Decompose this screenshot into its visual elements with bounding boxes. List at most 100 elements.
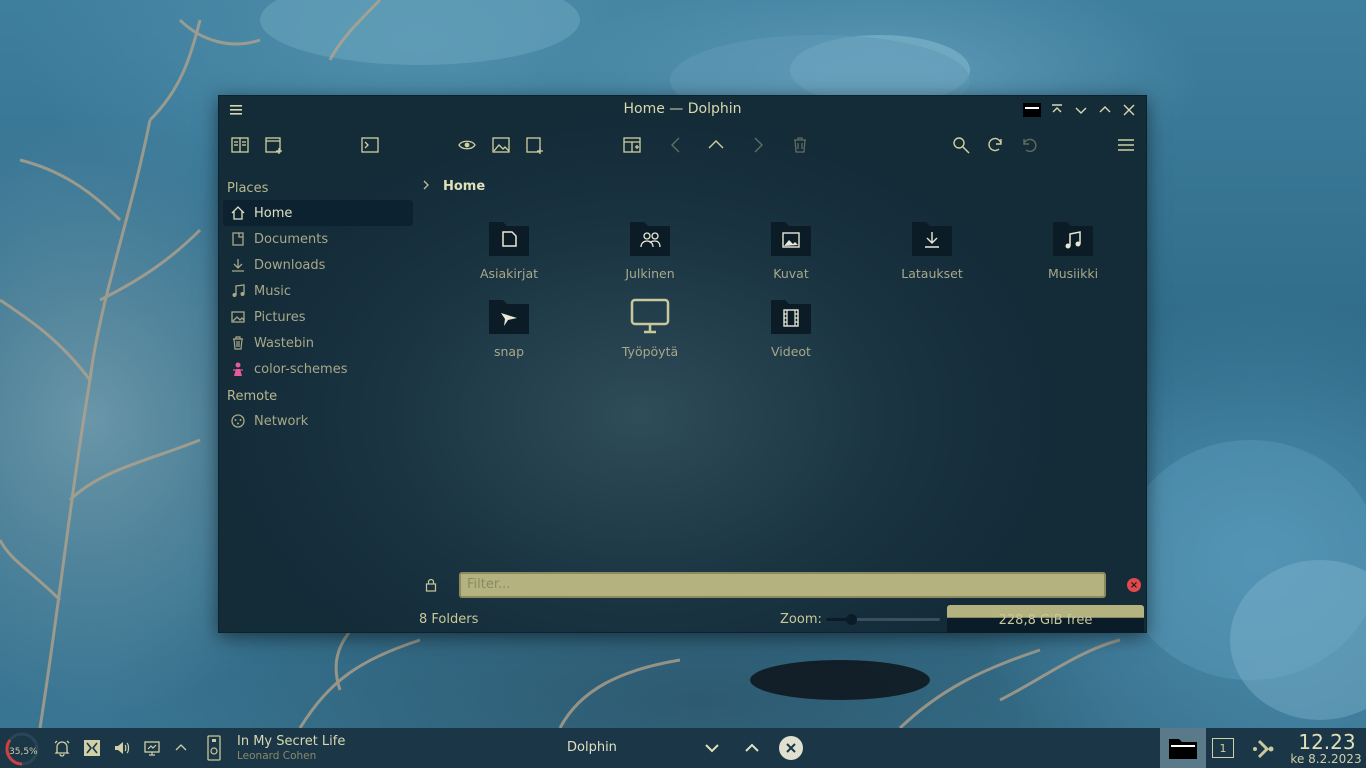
new-tab-button[interactable] xyxy=(262,133,286,157)
terminal-button[interactable] xyxy=(358,133,382,157)
file-item-julkinen[interactable]: Julkinen xyxy=(600,214,700,284)
desktop-number: 1 xyxy=(1219,741,1227,755)
places-item-network[interactable]: Network xyxy=(223,408,413,434)
display-button[interactable] xyxy=(142,738,162,758)
folder-icon xyxy=(1169,739,1197,759)
search-button[interactable] xyxy=(949,133,973,157)
breadcrumb-current[interactable]: Home xyxy=(443,179,485,194)
minimize-icon xyxy=(1075,107,1087,114)
lock-icon[interactable] xyxy=(424,578,438,592)
file-name: Lataukset xyxy=(901,266,963,281)
places-item-color-schemes[interactable]: color-schemes xyxy=(223,356,413,382)
document-folder-icon xyxy=(489,222,529,256)
title-bar[interactable]: Home — Dolphin xyxy=(219,96,1146,124)
show-previews-button[interactable] xyxy=(489,133,513,157)
file-item-lataukset[interactable]: Lataukset xyxy=(882,214,982,284)
filter-close-icon[interactable]: × xyxy=(1127,578,1141,592)
places-item-label: Wastebin xyxy=(254,335,314,351)
forward-icon xyxy=(754,137,763,153)
split-view-button[interactable] xyxy=(228,133,252,157)
media-player-button[interactable] xyxy=(204,734,224,762)
launcher-button[interactable] xyxy=(1250,736,1278,762)
task-manager-dolphin[interactable] xyxy=(1160,728,1206,768)
color-schemes-icon xyxy=(229,360,247,378)
documents-icon xyxy=(229,230,247,248)
view-layout-icon xyxy=(623,137,641,153)
reload-button[interactable] xyxy=(983,133,1007,157)
back-button[interactable] xyxy=(664,133,688,157)
file-item-asiakirjat[interactable]: Asiakirjat xyxy=(459,214,559,284)
file-item-tyopoyta[interactable]: Työpöytä xyxy=(600,292,700,362)
keep-above-button[interactable] xyxy=(1048,101,1066,119)
kde-connect-button[interactable] xyxy=(82,738,102,758)
maximize-button[interactable] xyxy=(1096,101,1114,119)
clock-time[interactable]: 12.23 xyxy=(1290,730,1364,754)
virtual-desktop-pager[interactable]: 1 xyxy=(1212,738,1234,758)
zoom-slider-handle[interactable] xyxy=(846,614,857,625)
file-name: Työpöytä xyxy=(621,344,679,359)
places-item-downloads[interactable]: Downloads xyxy=(223,252,413,278)
cpu-monitor[interactable]: 35,5% xyxy=(3,732,41,766)
back-icon xyxy=(671,137,680,153)
file-name: Asiakirjat xyxy=(479,266,539,281)
close-button[interactable] xyxy=(1120,101,1138,119)
breadcrumb-chevron-icon[interactable] xyxy=(421,179,435,193)
media-title[interactable]: In My Secret Life xyxy=(237,734,345,749)
filter-input[interactable]: Filter... xyxy=(459,572,1106,598)
places-item-music[interactable]: Music xyxy=(223,278,413,304)
undo-icon xyxy=(1023,138,1037,153)
delete-button[interactable] xyxy=(788,133,812,157)
view-mode-button[interactable] xyxy=(620,133,644,157)
desktop-icon xyxy=(630,298,670,334)
file-item-kuvat[interactable]: Kuvat xyxy=(741,214,841,284)
task-minimize-button[interactable] xyxy=(703,739,721,757)
task-close-button[interactable] xyxy=(779,736,803,760)
close-icon xyxy=(786,743,796,753)
places-item-label: Downloads xyxy=(254,257,326,273)
chevron-down-icon xyxy=(705,744,719,753)
taskbar: 35,5% In My Secret Life Leonard Cohen Do… xyxy=(0,728,1366,768)
dolphin-window: Home — Dolphin Places Home Documents Dow… xyxy=(218,95,1147,633)
places-item-label: Pictures xyxy=(254,309,306,325)
places-item-wastebin[interactable]: Wastebin xyxy=(223,330,413,356)
undo-button[interactable] xyxy=(1017,133,1041,157)
media-artist: Leonard Cohen xyxy=(237,750,317,762)
file-item-musiikki[interactable]: Musiikki xyxy=(1023,214,1123,284)
notifications-button[interactable] xyxy=(52,738,72,758)
preview-button[interactable] xyxy=(455,133,479,157)
file-item-snap[interactable]: snap xyxy=(459,292,559,362)
file-name: Musiikki xyxy=(1047,266,1099,281)
places-item-label: Home xyxy=(254,205,293,221)
disk-free-label: 228,8 GiB free xyxy=(998,613,1093,628)
shade-icon xyxy=(1023,103,1041,117)
menu-icon xyxy=(1118,139,1134,151)
file-item-videot[interactable]: Videot xyxy=(741,292,841,362)
remote-section-title: Remote xyxy=(227,389,278,404)
disk-space-bar[interactable]: 228,8 GiB free xyxy=(947,605,1144,633)
search-icon xyxy=(953,137,970,154)
new-file-button[interactable] xyxy=(523,133,547,157)
media-player-icon xyxy=(207,735,221,761)
volume-button[interactable] xyxy=(112,738,132,758)
hamburger-menu-button[interactable] xyxy=(1114,133,1138,157)
new-file-icon xyxy=(526,137,543,154)
shade-button[interactable] xyxy=(1023,101,1041,119)
downloads-icon xyxy=(229,256,247,274)
task-dolphin[interactable]: Dolphin xyxy=(567,740,617,755)
keep-above-icon xyxy=(1052,104,1062,113)
up-button[interactable] xyxy=(704,133,728,157)
forward-button[interactable] xyxy=(746,133,770,157)
preview-eye-icon xyxy=(458,140,476,150)
minimize-button[interactable] xyxy=(1072,101,1090,119)
places-item-home[interactable]: Home xyxy=(223,200,413,226)
system-tray-expand-button[interactable] xyxy=(172,738,190,758)
zoom-slider[interactable] xyxy=(826,614,940,625)
task-maximize-button[interactable] xyxy=(743,739,761,757)
zoom-label: Zoom: xyxy=(780,612,822,627)
split-view-icon xyxy=(231,137,249,153)
home-icon xyxy=(229,204,247,222)
file-name: Kuvat xyxy=(773,266,809,281)
places-item-documents[interactable]: Documents xyxy=(223,226,413,252)
image-icon xyxy=(492,137,510,153)
places-item-pictures[interactable]: Pictures xyxy=(223,304,413,330)
